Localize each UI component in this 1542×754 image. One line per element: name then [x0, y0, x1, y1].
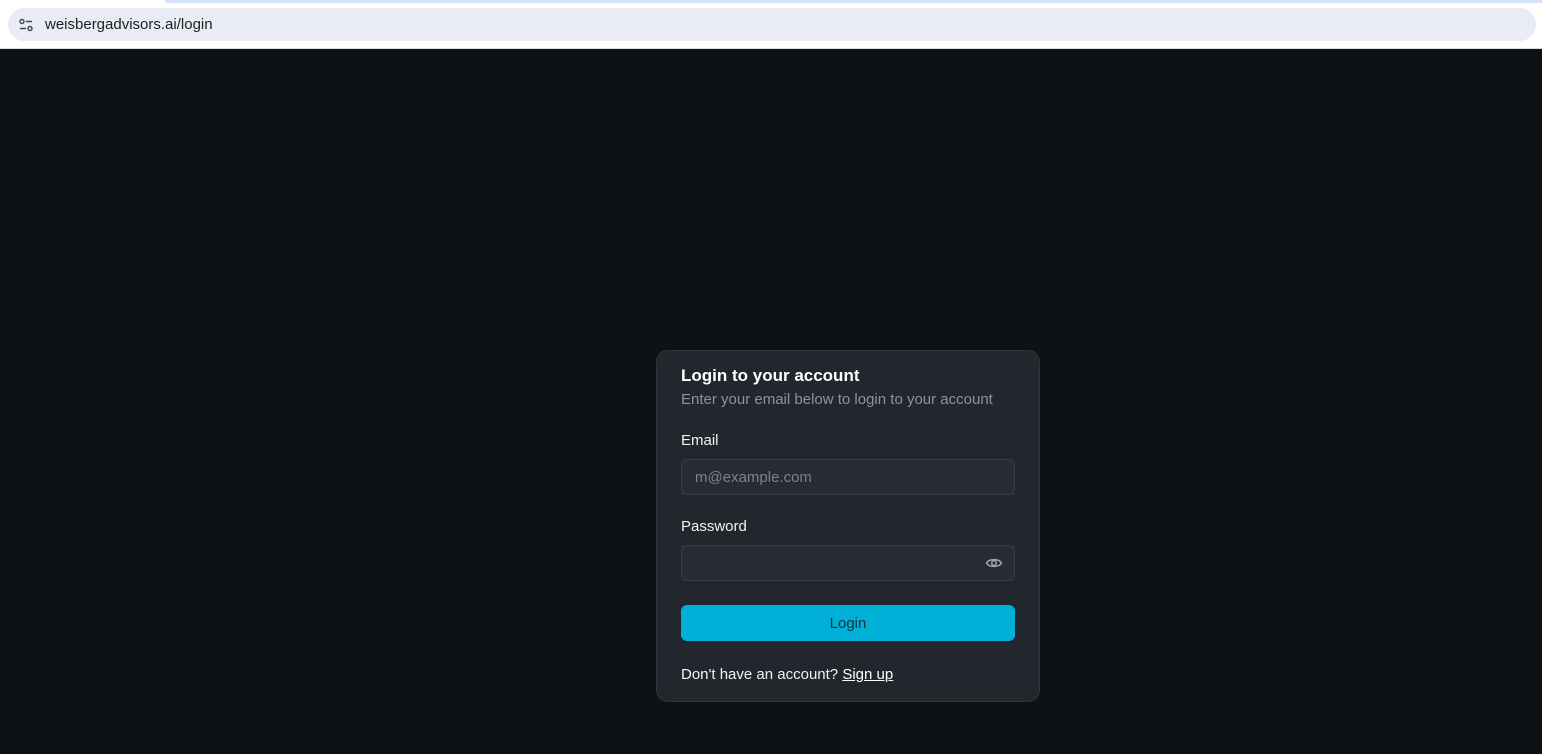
password-field[interactable] [681, 545, 1015, 581]
signup-prompt: Don't have an account? Sign up [681, 666, 893, 683]
tab-strip [165, 0, 1542, 3]
site-info-icon[interactable] [18, 17, 34, 33]
card-title: Login to your account [681, 366, 860, 385]
eye-icon[interactable] [985, 555, 1003, 571]
signup-link[interactable]: Sign up [842, 666, 893, 683]
login-button[interactable]: Login [681, 605, 1015, 641]
page-body: Login to your account Enter your email b… [0, 49, 1542, 754]
card-subtitle: Enter your email below to login to your … [681, 391, 993, 408]
signup-prompt-text: Don't have an account? [681, 666, 839, 683]
email-label: Email [681, 432, 719, 449]
url-text[interactable]: weisbergadvisors.ai/login [45, 16, 213, 33]
email-field[interactable] [681, 459, 1015, 495]
address-bar[interactable]: weisbergadvisors.ai/login [8, 8, 1536, 41]
browser-toolbar: weisbergadvisors.ai/login [0, 0, 1542, 49]
login-card: Login to your account Enter your email b… [656, 350, 1040, 702]
password-label: Password [681, 518, 747, 535]
